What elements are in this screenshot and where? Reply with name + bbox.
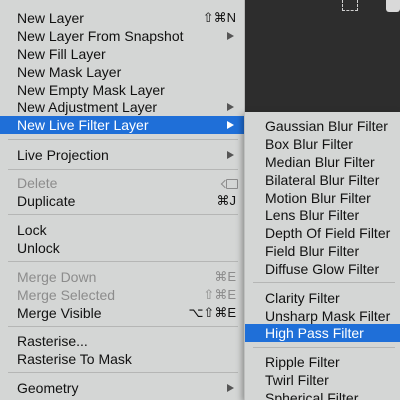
menu-item-new-layer[interactable]: New Layer ⇧⌘N [0, 9, 244, 27]
menu-item-label: Merge Selected [17, 287, 116, 303]
menu-item-geometry[interactable]: Geometry [0, 379, 244, 397]
menu-item-new-layer-from-snapshot[interactable]: New Layer From Snapshot [0, 27, 244, 45]
menu-item-label: Bilateral Blur Filter [265, 172, 380, 188]
menu-item-merge-visible[interactable]: Merge Visible ⌥⇧⌘E [0, 304, 244, 322]
menu-item-new-adjustment-layer[interactable]: New Adjustment Layer [0, 98, 244, 116]
menu-separator [8, 326, 238, 327]
menu-item-label: Unlock [17, 240, 60, 256]
submenu-item-clarity[interactable]: Clarity Filter [245, 289, 400, 307]
submenu-item-spherical[interactable]: Spherical Filter [245, 389, 400, 400]
submenu-item-unsharp-mask[interactable]: Unsharp Mask Filter [245, 307, 400, 325]
menu-item-label: Motion Blur Filter [265, 190, 371, 206]
menu-item-new-mask-layer[interactable]: New Mask Layer [0, 63, 244, 81]
submenu-arrow-icon [227, 151, 234, 159]
menu-item-label: Live Projection [17, 147, 109, 163]
shortcut-label: ⇧⌘E [203, 287, 236, 302]
menu-item-label: Merge Visible [17, 305, 102, 321]
menu-item-label: Twirl Filter [265, 372, 329, 388]
menu-item-duplicate[interactable]: Duplicate ⌘J [0, 192, 244, 210]
menu-item-label: New Fill Layer [17, 46, 106, 62]
menu-item-label: Delete [17, 175, 58, 191]
app-canvas: New Layer ⇧⌘N New Layer From Snapshot Ne… [0, 0, 400, 400]
menu-item-lock[interactable]: Lock [0, 221, 244, 239]
menu-item-label: Diffuse Glow Filter [265, 261, 380, 277]
menu-item-label: Lens Blur Filter [265, 207, 360, 223]
submenu-item-high-pass[interactable]: High Pass Filter [245, 324, 400, 342]
menu-item-new-live-filter-layer[interactable]: New Live Filter Layer [0, 116, 244, 134]
submenu-item-field-blur[interactable]: Field Blur Filter [245, 242, 400, 260]
menu-item-label: Median Blur Filter [265, 154, 375, 170]
menu-item-label: Duplicate [17, 193, 76, 209]
shortcut-label: ⌘E [214, 269, 236, 284]
menu-item-label: Depth Of Field Filter [265, 225, 391, 241]
submenu-item-bilateral-blur[interactable]: Bilateral Blur Filter [245, 171, 400, 189]
menu-item-label: Gaussian Blur Filter [265, 118, 388, 134]
menu-item-rasterise-to-mask[interactable]: Rasterise To Mask [0, 350, 244, 368]
delete-key-icon [226, 179, 238, 189]
menu-item-label: New Layer From Snapshot [17, 28, 184, 44]
menu-item-delete: Delete [0, 174, 244, 192]
submenu-arrow-icon [227, 32, 234, 40]
menu-item-label: Unsharp Mask Filter [265, 308, 391, 324]
submenu-item-gaussian-blur[interactable]: Gaussian Blur Filter [245, 117, 400, 135]
menu-item-label: New Empty Mask Layer [17, 82, 165, 98]
menu-separator [8, 214, 238, 215]
shortcut-label: ⇧⌘N [202, 10, 236, 25]
menu-item-label: New Layer [17, 10, 84, 26]
menu-item-unlock[interactable]: Unlock [0, 239, 244, 257]
shortcut-label: ⌘J [216, 193, 237, 208]
submenu-arrow-icon [227, 121, 234, 129]
menu-item-label: Geometry [17, 380, 79, 396]
menu-item-new-empty-mask-layer[interactable]: New Empty Mask Layer [0, 81, 244, 99]
menu-item-new-fill-layer[interactable]: New Fill Layer [0, 45, 244, 63]
menu-item-label: Ripple Filter [265, 354, 340, 370]
menu-item-merge-down: Merge Down ⌘E [0, 268, 244, 286]
menu-item-label: New Live Filter Layer [17, 117, 149, 133]
layer-context-menu: New Layer ⇧⌘N New Layer From Snapshot Ne… [0, 0, 245, 400]
menu-item-label: High Pass Filter [265, 325, 364, 341]
menu-item-label: Spherical Filter [265, 390, 359, 400]
submenu-item-lens-blur[interactable]: Lens Blur Filter [245, 206, 400, 224]
live-filter-submenu: Gaussian Blur Filter Box Blur Filter Med… [244, 112, 400, 400]
submenu-item-diffuse-glow[interactable]: Diffuse Glow Filter [245, 260, 400, 278]
menu-separator [253, 347, 395, 348]
canvas-background [244, 0, 400, 112]
submenu-arrow-icon [227, 384, 234, 392]
submenu-item-twirl[interactable]: Twirl Filter [245, 371, 400, 389]
submenu-item-median-blur[interactable]: Median Blur Filter [245, 153, 400, 171]
submenu-arrow-icon [227, 103, 234, 111]
shortcut-label: ⌥⇧⌘E [188, 305, 236, 320]
marquee-tool-icon[interactable] [342, 0, 358, 11]
toolbar-icon[interactable] [386, 0, 400, 12]
menu-separator [8, 169, 238, 170]
menu-item-rasterise[interactable]: Rasterise... [0, 332, 244, 350]
menu-item-label: Clarity Filter [265, 290, 340, 306]
menu-item-merge-selected: Merge Selected ⇧⌘E [0, 286, 244, 304]
menu-separator [8, 372, 238, 373]
menu-item-label: New Adjustment Layer [17, 99, 158, 115]
menu-item-live-projection[interactable]: Live Projection [0, 146, 244, 164]
submenu-item-ripple[interactable]: Ripple Filter [245, 353, 400, 371]
menu-item-label: Rasterise To Mask [17, 351, 132, 367]
submenu-item-box-blur[interactable]: Box Blur Filter [245, 135, 400, 153]
menu-separator [8, 139, 238, 140]
submenu-item-depth-of-field[interactable]: Depth Of Field Filter [245, 224, 400, 242]
menu-item-label: Merge Down [17, 269, 97, 285]
menu-item-label: New Mask Layer [17, 64, 122, 80]
menu-separator [8, 261, 238, 262]
submenu-item-motion-blur[interactable]: Motion Blur Filter [245, 189, 400, 207]
menu-item-label: Box Blur Filter [265, 136, 353, 152]
menu-item-label: Lock [17, 222, 47, 238]
menu-separator [253, 282, 395, 283]
menu-item-label: Field Blur Filter [265, 243, 360, 259]
menu-item-label: Rasterise... [17, 333, 88, 349]
